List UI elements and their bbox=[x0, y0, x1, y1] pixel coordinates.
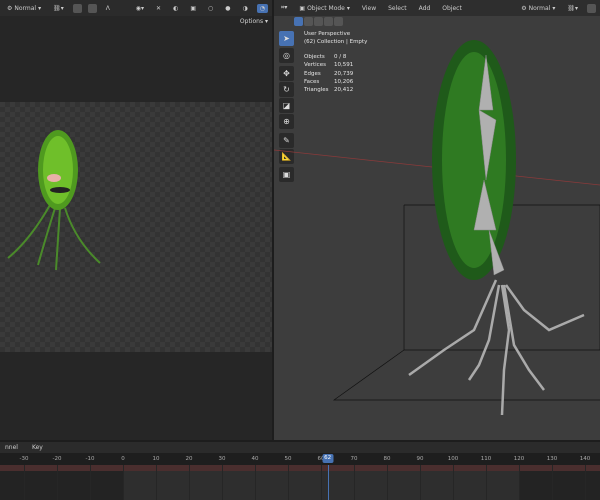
frame-tick-label: 110 bbox=[480, 456, 492, 462]
current-frame-indicator[interactable]: 62 bbox=[322, 454, 334, 463]
shading-material-icon[interactable]: ◑ bbox=[240, 4, 251, 13]
frame-gridline bbox=[486, 465, 487, 500]
3d-viewport[interactable]: ⌗▾ ▣ Object Mode ▾ View Select Add Objec… bbox=[274, 0, 600, 440]
options-dropdown[interactable]: Options ▾ bbox=[240, 18, 268, 25]
frame-gridline bbox=[57, 465, 58, 500]
frame-gridline bbox=[156, 465, 157, 500]
gizmo-icon[interactable]: ✕ bbox=[153, 4, 164, 13]
frame-tick-label: -10 bbox=[85, 456, 95, 462]
frame-tick-label: 130 bbox=[546, 456, 558, 462]
timeline-header: nnel Key bbox=[0, 442, 600, 453]
frame-gridline bbox=[387, 465, 388, 500]
frame-gridline bbox=[288, 465, 289, 500]
frame-tick-label: 70 bbox=[350, 456, 358, 462]
frame-tick-label: 80 bbox=[383, 456, 391, 462]
frame-tick-label: -20 bbox=[52, 456, 62, 462]
frame-tick-label: 10 bbox=[152, 456, 160, 462]
frame-gridline bbox=[24, 465, 25, 500]
frame-gridline bbox=[90, 465, 91, 500]
frame-tick-label: 100 bbox=[447, 456, 459, 462]
frame-tick-label: 40 bbox=[251, 456, 259, 462]
frame-gridline bbox=[354, 465, 355, 500]
shading-mode-label: Normal bbox=[14, 4, 37, 12]
left-header: ⚙ Normal ▾ ⛓▾ Λ ◉▾ ✕ ◐ ▣ ○ ● ◑ ◔ bbox=[0, 0, 272, 16]
frame-gridline bbox=[585, 465, 586, 500]
snap-icon[interactable] bbox=[72, 3, 82, 13]
timeline[interactable]: nnel Key -30 -20 -10 0 10 20 30 40 50 60 70 80 90 100… bbox=[0, 442, 600, 500]
frame-gridline bbox=[552, 465, 553, 500]
xray-icon[interactable]: ▣ bbox=[187, 4, 199, 13]
frame-tick-label: 50 bbox=[284, 456, 292, 462]
playhead[interactable] bbox=[327, 465, 330, 500]
shading-rendered-icon[interactable]: ◔ bbox=[256, 3, 268, 13]
shading-dropdown[interactable]: ⚙ Normal ▾ bbox=[4, 4, 44, 13]
image-editor-left[interactable]: ⚙ Normal ▾ ⛓▾ Λ ◉▾ ✕ ◐ ▣ ○ ● ◑ ◔ Options… bbox=[0, 0, 272, 440]
frame-tick-label: 20 bbox=[185, 456, 193, 462]
scene-view bbox=[274, 40, 600, 416]
falloff-icon[interactable]: Λ bbox=[103, 4, 113, 13]
options-label: Options bbox=[239, 18, 264, 25]
shading-solid-icon[interactable]: ● bbox=[222, 4, 233, 13]
frame-tick-label: -30 bbox=[19, 456, 29, 462]
frame-gridline bbox=[123, 465, 124, 500]
menu-channel[interactable]: nnel bbox=[2, 444, 21, 451]
frame-tick-label: 120 bbox=[513, 456, 525, 462]
frame-gridline bbox=[222, 465, 223, 500]
overlay-icon[interactable]: ◐ bbox=[170, 4, 181, 13]
frame-tick-label: 140 bbox=[579, 456, 591, 462]
creature-preview bbox=[7, 130, 101, 271]
frame-tick-label: 90 bbox=[416, 456, 424, 462]
frame-gridline bbox=[189, 465, 190, 500]
frame-gridline bbox=[420, 465, 421, 500]
visibility-icon[interactable]: ◉▾ bbox=[133, 4, 147, 13]
frame-gridline bbox=[453, 465, 454, 500]
frame-gridline bbox=[519, 465, 520, 500]
frame-tick-label: 0 bbox=[121, 456, 125, 462]
frame-gridline bbox=[255, 465, 256, 500]
frame-tick-label: 30 bbox=[218, 456, 226, 462]
link-icon[interactable]: ⛓▾ bbox=[50, 4, 67, 13]
shading-wire-icon[interactable]: ○ bbox=[205, 4, 216, 13]
proportional-icon[interactable] bbox=[87, 3, 97, 13]
frame-gridline bbox=[321, 465, 322, 500]
menu-key[interactable]: Key bbox=[29, 444, 46, 451]
